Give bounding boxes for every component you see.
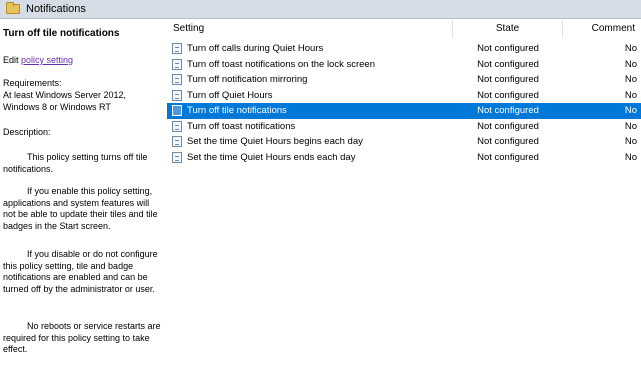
setting-comment: No bbox=[624, 89, 637, 101]
setting-name: Set the time Quiet Hours ends each day bbox=[187, 151, 356, 163]
requirements-label: Requirements: bbox=[3, 78, 62, 88]
window-header: Notifications bbox=[0, 0, 641, 19]
table-row[interactable]: Turn off Quiet Hours Not configured No bbox=[167, 88, 641, 104]
table-row[interactable]: Turn off calls during Quiet Hours Not co… bbox=[167, 41, 641, 57]
description-label: Description: bbox=[3, 127, 51, 137]
setting-name: Turn off toast notifications on the lock… bbox=[187, 58, 375, 70]
column-header-setting[interactable]: Setting bbox=[167, 20, 453, 38]
policy-icon bbox=[172, 136, 182, 147]
table-row[interactable]: Turn off toast notifications Not configu… bbox=[167, 119, 641, 135]
settings-rows: Turn off calls during Quiet Hours Not co… bbox=[167, 41, 641, 165]
policy-icon bbox=[172, 151, 182, 163]
setting-comment: No bbox=[624, 105, 637, 116]
table-row[interactable]: Turn off tile notifications Not configur… bbox=[167, 103, 641, 119]
setting-name: Turn off calls during Quiet Hours bbox=[187, 43, 324, 54]
setting-name: Turn off toast notifications bbox=[187, 120, 296, 132]
setting-comment: No bbox=[624, 58, 637, 70]
description-paragraph: This policy setting turns off tile notif… bbox=[3, 152, 148, 174]
column-header-state[interactable]: State bbox=[453, 20, 563, 38]
description-paragraph: If you enable this policy setting, appli… bbox=[3, 186, 158, 231]
policy-icon bbox=[172, 105, 182, 116]
details-pane: Turn off tile notifications Edit policy … bbox=[0, 20, 165, 376]
table-row[interactable]: Turn off notification mirroring Not conf… bbox=[167, 72, 641, 88]
table-row[interactable]: Turn off toast notifications on the lock… bbox=[167, 57, 641, 73]
table-row[interactable]: Set the time Quiet Hours begins each day… bbox=[167, 134, 641, 150]
policy-icon bbox=[172, 58, 182, 70]
setting-name: Turn off notification mirroring bbox=[187, 74, 308, 85]
setting-state: Not configured bbox=[477, 151, 539, 163]
setting-name: Turn off Quiet Hours bbox=[187, 89, 273, 101]
setting-state: Not configured bbox=[477, 89, 539, 101]
setting-state: Not configured bbox=[477, 136, 539, 147]
setting-state: Not configured bbox=[477, 105, 539, 116]
setting-comment: No bbox=[624, 43, 637, 54]
setting-state: Not configured bbox=[477, 120, 539, 132]
setting-comment: No bbox=[624, 74, 637, 85]
edit-prefix: Edit bbox=[3, 55, 22, 65]
policy-icon bbox=[172, 120, 182, 132]
setting-comment: No bbox=[624, 120, 637, 132]
settings-list: Setting State Comment Turn off calls dur… bbox=[167, 20, 641, 376]
setting-state: Not configured bbox=[477, 74, 539, 85]
header-title: Notifications bbox=[26, 3, 86, 15]
requirements-value: At least Windows Server 2012, Windows 8 … bbox=[3, 90, 127, 112]
edit-line: Edit policy setting bbox=[3, 55, 73, 67]
setting-name: Turn off tile notifications bbox=[187, 105, 287, 116]
description-paragraph: If you disable or do not configure this … bbox=[3, 249, 158, 294]
folder-icon bbox=[6, 2, 20, 14]
table-row[interactable]: Set the time Quiet Hours ends each day N… bbox=[167, 150, 641, 166]
policy-icon bbox=[172, 43, 182, 54]
policy-setting-link[interactable]: policy setting bbox=[21, 55, 73, 65]
description-paragraph: No reboots or service restarts are requi… bbox=[3, 321, 161, 354]
policy-heading: Turn off tile notifications bbox=[3, 28, 120, 39]
setting-state: Not configured bbox=[477, 43, 539, 54]
column-header-comment[interactable]: Comment bbox=[563, 20, 641, 38]
policy-icon bbox=[172, 89, 182, 101]
policy-icon bbox=[172, 74, 182, 85]
setting-comment: No bbox=[624, 136, 637, 147]
setting-name: Set the time Quiet Hours begins each day bbox=[187, 136, 363, 147]
setting-state: Not configured bbox=[477, 58, 539, 70]
setting-comment: No bbox=[624, 151, 637, 163]
